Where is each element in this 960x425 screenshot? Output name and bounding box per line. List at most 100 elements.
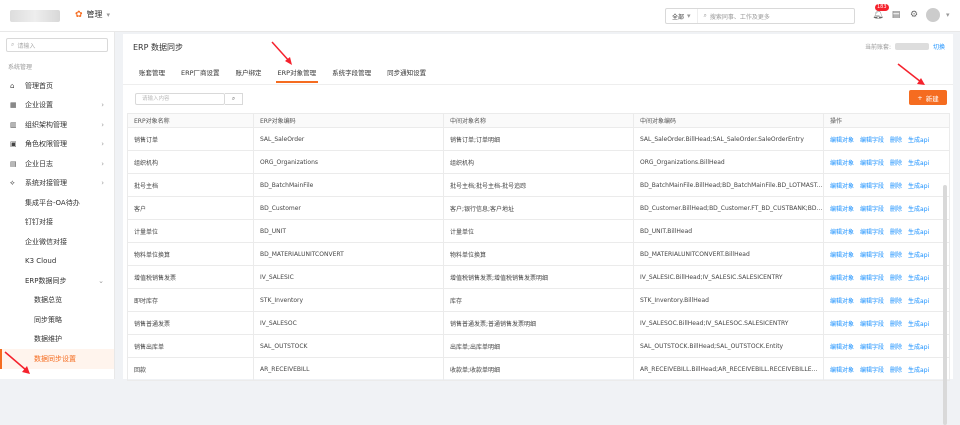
- row-action-link[interactable]: 编辑对象: [830, 204, 854, 213]
- row-action-link[interactable]: 删除: [890, 296, 902, 305]
- app-switcher[interactable]: ✿ 管理 ▾: [75, 9, 110, 20]
- row-action-link[interactable]: 删除: [890, 342, 902, 351]
- search-input[interactable]: ⌕ 搜索同事、工作及更多: [698, 12, 770, 21]
- tab[interactable]: 账户绑定: [228, 64, 270, 83]
- global-search[interactable]: 全部 ▾ ⌕ 搜索同事、工作及更多: [665, 8, 855, 24]
- row-action-link[interactable]: 编辑字段: [860, 158, 884, 167]
- row-action-link[interactable]: 编辑对象: [830, 135, 854, 144]
- sidebar-item[interactable]: ▦ 企业设置 ›: [0, 96, 114, 116]
- row-action-link[interactable]: 编辑对象: [830, 365, 854, 374]
- row-action-link[interactable]: 编辑对象: [830, 273, 854, 282]
- sidebar-item-label: 企业微信对接: [25, 237, 67, 246]
- row-action-link[interactable]: 生成api: [908, 250, 929, 259]
- chevron-down-icon: ▾: [106, 10, 111, 19]
- actions-cell: 编辑对象 编辑字段 删除 生成api: [823, 311, 950, 335]
- row-action-link[interactable]: 编辑字段: [860, 273, 884, 282]
- row-action-link[interactable]: 生成api: [908, 342, 929, 351]
- page-title: ERP 数据同步: [133, 43, 183, 52]
- chevron-right-icon: ›: [101, 101, 104, 110]
- row-action-link[interactable]: 删除: [890, 365, 902, 374]
- sidebar-item[interactable]: 同步策略: [0, 310, 114, 330]
- filter-input[interactable]: 请输入内容: [135, 93, 225, 105]
- table-cell: 客户;银行信息;客户地址: [443, 196, 634, 220]
- sidebar-item[interactable]: ⟡ 系统对接管理 ›: [0, 174, 114, 194]
- bell-icon[interactable]: 🔔︎ 183: [872, 4, 889, 21]
- tab[interactable]: ERP厂商设置: [173, 64, 228, 83]
- row-action-link[interactable]: 编辑字段: [860, 342, 884, 351]
- company-name: [894, 43, 929, 50]
- row-action-link[interactable]: 生成api: [908, 365, 929, 374]
- table-cell: 收款单;收款单明细: [443, 357, 634, 381]
- building-icon: ▦: [10, 101, 17, 110]
- row-action-link[interactable]: 编辑字段: [860, 250, 884, 259]
- scrollbar[interactable]: [943, 185, 947, 425]
- row-action-link[interactable]: 编辑字段: [860, 296, 884, 305]
- row-action-link[interactable]: 编辑对象: [830, 158, 854, 167]
- switch-link[interactable]: 切换: [933, 42, 945, 51]
- row-action-link[interactable]: 删除: [890, 204, 902, 213]
- tab[interactable]: 系统字段管理: [324, 64, 379, 83]
- sidebar-item[interactable]: 数据总览: [0, 291, 114, 311]
- table-cell: 计量单位: [127, 219, 254, 243]
- table-cell: 批号主档: [127, 173, 254, 197]
- sidebar-item[interactable]: ERP数据同步 ⌄: [0, 271, 114, 291]
- row-action-link[interactable]: 生成api: [908, 319, 929, 328]
- row-action-link[interactable]: 编辑对象: [830, 181, 854, 190]
- gear-icon[interactable]: ⚙: [908, 9, 920, 21]
- chevron-right-icon: ›: [101, 140, 104, 149]
- sidebar-item-label: 企业设置: [25, 101, 53, 110]
- sidebar-item[interactable]: 企业微信对接: [0, 232, 114, 252]
- table-cell: BD_UNIT: [253, 219, 444, 243]
- sidebar-item[interactable]: 钉钉对接: [0, 213, 114, 233]
- sidebar-item[interactable]: ▤ 企业日志 ›: [0, 154, 114, 174]
- sidebar-item[interactable]: K3 Cloud: [0, 252, 114, 272]
- sidebar-item-label: ERP数据同步: [25, 276, 67, 285]
- row-action-link[interactable]: 删除: [890, 250, 902, 259]
- table-cell: 物料单位换算: [127, 242, 254, 266]
- row-action-link[interactable]: 生成api: [908, 135, 929, 144]
- sidebar-search-input[interactable]: ⌕ 请输入: [6, 38, 108, 52]
- row-action-link[interactable]: 编辑对象: [830, 342, 854, 351]
- sidebar-item[interactable]: ▥ 组织架构管理 ›: [0, 115, 114, 135]
- sidebar-item[interactable]: 集成平台-OA待办: [0, 193, 114, 213]
- table-row: 计量单位 BD_UNIT 计量单位 BD_UNIT.BillHead 编辑对象 编辑字段删…: [127, 219, 950, 243]
- row-action-link[interactable]: 编辑字段: [860, 319, 884, 328]
- row-action-link[interactable]: 生成api: [908, 296, 929, 305]
- row-action-link[interactable]: 编辑字段: [860, 181, 884, 190]
- table-cell: STK_Inventory.BillHead: [633, 288, 824, 312]
- row-action-link[interactable]: 编辑对象: [830, 296, 854, 305]
- row-action-link[interactable]: 编辑字段: [860, 135, 884, 144]
- document-icon[interactable]: ▤: [890, 9, 902, 21]
- chevron-down-icon[interactable]: ▾: [946, 11, 950, 19]
- search-scope-select[interactable]: 全部 ▾: [666, 9, 698, 23]
- row-action-link[interactable]: 生成api: [908, 181, 929, 190]
- search-button[interactable]: ⌕: [225, 93, 243, 105]
- sidebar-item[interactable]: ⌂ 管理首页: [0, 76, 114, 96]
- row-action-link[interactable]: 生成api: [908, 204, 929, 213]
- row-action-link[interactable]: 编辑字段: [860, 227, 884, 236]
- row-action-link[interactable]: 删除: [890, 158, 902, 167]
- row-action-link[interactable]: 编辑字段: [860, 204, 884, 213]
- table-cell: BD_Customer: [253, 196, 444, 220]
- new-button[interactable]: + 新建: [909, 90, 947, 105]
- sidebar-item[interactable]: ▣ 角色权限管理 ›: [0, 135, 114, 155]
- row-action-link[interactable]: 生成api: [908, 158, 929, 167]
- row-action-link[interactable]: 编辑字段: [860, 365, 884, 374]
- row-action-link[interactable]: 删除: [890, 319, 902, 328]
- row-action-link[interactable]: 生成api: [908, 273, 929, 282]
- row-action-link[interactable]: 编辑对象: [830, 319, 854, 328]
- table-cell: SAL_OUTSTOCK: [253, 334, 444, 358]
- avatar[interactable]: [926, 8, 940, 22]
- row-action-link[interactable]: 删除: [890, 273, 902, 282]
- row-action-link[interactable]: 删除: [890, 135, 902, 144]
- row-action-link[interactable]: 编辑对象: [830, 227, 854, 236]
- row-action-link[interactable]: 删除: [890, 181, 902, 190]
- row-action-link[interactable]: 生成api: [908, 227, 929, 236]
- chevron-down-icon: ▾: [687, 12, 691, 20]
- sidebar-item[interactable]: 数据维护: [0, 330, 114, 350]
- tab[interactable]: 账套管理: [131, 64, 173, 83]
- row-action-link[interactable]: 编辑对象: [830, 250, 854, 259]
- actions-cell: 编辑对象 编辑字段 删除 生成api: [823, 288, 950, 312]
- row-action-link[interactable]: 删除: [890, 227, 902, 236]
- tab[interactable]: 同步通知设置: [379, 64, 434, 83]
